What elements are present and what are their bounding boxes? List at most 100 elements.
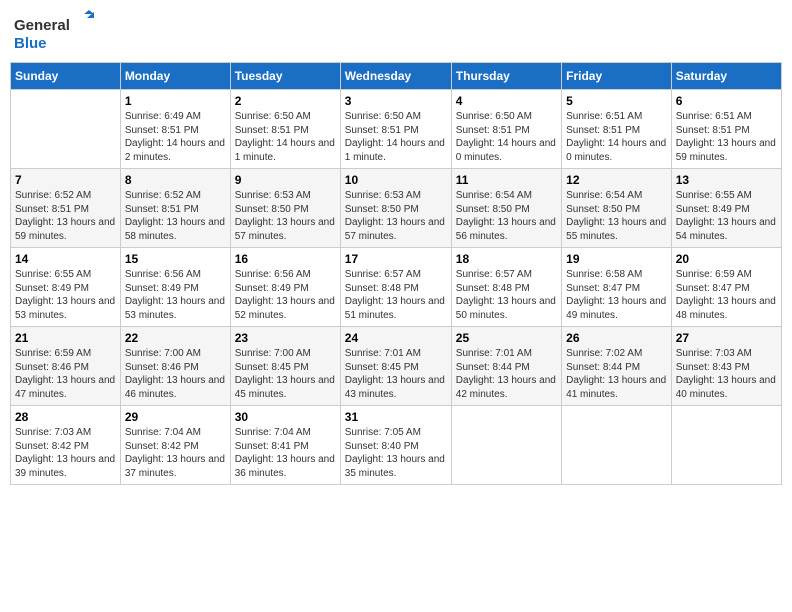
header-row: SundayMondayTuesdayWednesdayThursdayFrid… xyxy=(11,63,782,90)
calendar-cell: 10Sunrise: 6:53 AMSunset: 8:50 PMDayligh… xyxy=(340,169,451,248)
svg-text:General: General xyxy=(14,17,70,34)
cell-info: Sunrise: 6:58 AMSunset: 8:47 PMDaylight:… xyxy=(566,268,667,322)
cell-info: Sunrise: 7:05 AMSunset: 8:40 PMDaylight:… xyxy=(345,426,447,480)
calendar-cell: 29Sunrise: 7:04 AMSunset: 8:42 PMDayligh… xyxy=(120,406,230,485)
day-number: 6 xyxy=(676,94,777,108)
day-number: 5 xyxy=(566,94,667,108)
day-number: 14 xyxy=(15,252,116,266)
calendar-cell: 6 Sunrise: 6:51 AMSunset: 8:51 PMDaylight… xyxy=(671,90,781,169)
day-number: 24 xyxy=(345,331,447,345)
calendar-cell: 12 Sunrise: 6:54 AMSunset: 8:50 PMDayligh… xyxy=(562,169,672,248)
calendar-week-2: 7 Sunrise: 6:52 AMSunset: 8:51 PMDaylight… xyxy=(11,169,782,248)
day-number: 4 xyxy=(456,94,557,108)
day-number: 10 xyxy=(345,173,447,187)
cell-info: Sunrise: 7:04 AMSunset: 8:41 PMDaylight:… xyxy=(235,426,336,480)
calendar-cell: 30 Sunrise: 7:04 AMSunset: 8:41 PMDayligh… xyxy=(230,406,340,485)
calendar-cell: 5 Sunrise: 6:51 AMSunset: 8:51 PMDaylight… xyxy=(562,90,672,169)
column-header-saturday: Saturday xyxy=(671,63,781,90)
cell-info: Sunrise: 6:50 AMSunset: 8:51 PMDaylight:… xyxy=(235,110,336,164)
day-number: 7 xyxy=(15,173,116,187)
day-number: 2 xyxy=(235,94,336,108)
day-number: 19 xyxy=(566,252,667,266)
cell-info: Sunrise: 7:00 AMSunset: 8:46 PMDaylight:… xyxy=(125,347,226,401)
calendar-cell: 25Sunrise: 7:01 AMSunset: 8:44 PMDayligh… xyxy=(451,327,561,406)
calendar-cell: 24 Sunrise: 7:01 AMSunset: 8:45 PMDayligh… xyxy=(340,327,451,406)
day-number: 21 xyxy=(15,331,116,345)
calendar-cell: 18 Sunrise: 6:57 AMSunset: 8:48 PMDayligh… xyxy=(451,248,561,327)
cell-info: Sunrise: 6:55 AMSunset: 8:49 PMDaylight:… xyxy=(676,189,777,243)
calendar-cell: 1Sunrise: 6:49 AMSunset: 8:51 PMDaylight… xyxy=(120,90,230,169)
cell-info: Sunrise: 7:03 AMSunset: 8:42 PMDaylight:… xyxy=(15,426,116,480)
column-header-tuesday: Tuesday xyxy=(230,63,340,90)
cell-info: Sunrise: 7:01 AMSunset: 8:44 PMDaylight:… xyxy=(456,347,557,401)
calendar-cell: 3 Sunrise: 6:50 AMSunset: 8:51 PMDaylight… xyxy=(340,90,451,169)
day-number: 31 xyxy=(345,410,447,424)
column-header-friday: Friday xyxy=(562,63,672,90)
calendar-cell: 23 Sunrise: 7:00 AMSunset: 8:45 PMDayligh… xyxy=(230,327,340,406)
day-number: 26 xyxy=(566,331,667,345)
calendar-cell xyxy=(562,406,672,485)
calendar-cell: 11 Sunrise: 6:54 AMSunset: 8:50 PMDayligh… xyxy=(451,169,561,248)
logo-svg: General Blue xyxy=(14,10,94,54)
day-number: 20 xyxy=(676,252,777,266)
calendar-week-4: 21 Sunrise: 6:59 AMSunset: 8:46 PMDayligh… xyxy=(11,327,782,406)
cell-info: Sunrise: 6:54 AMSunset: 8:50 PMDaylight:… xyxy=(566,189,667,243)
cell-info: Sunrise: 6:52 AMSunset: 8:51 PMDaylight:… xyxy=(15,189,116,243)
calendar-cell: 9 Sunrise: 6:53 AMSunset: 8:50 PMDaylight… xyxy=(230,169,340,248)
calendar-cell: 28Sunrise: 7:03 AMSunset: 8:42 PMDayligh… xyxy=(11,406,121,485)
day-number: 16 xyxy=(235,252,336,266)
calendar-cell: 8Sunrise: 6:52 AMSunset: 8:51 PMDaylight… xyxy=(120,169,230,248)
cell-info: Sunrise: 6:56 AMSunset: 8:49 PMDaylight:… xyxy=(235,268,336,322)
calendar-cell: 31 Sunrise: 7:05 AMSunset: 8:40 PMDayligh… xyxy=(340,406,451,485)
calendar-cell: 21 Sunrise: 6:59 AMSunset: 8:46 PMDayligh… xyxy=(11,327,121,406)
column-header-monday: Monday xyxy=(120,63,230,90)
calendar-cell: 27Sunrise: 7:03 AMSunset: 8:43 PMDayligh… xyxy=(671,327,781,406)
calendar-week-3: 14Sunrise: 6:55 AMSunset: 8:49 PMDayligh… xyxy=(11,248,782,327)
cell-info: Sunrise: 6:50 AMSunset: 8:51 PMDaylight:… xyxy=(345,110,447,164)
calendar-table: SundayMondayTuesdayWednesdayThursdayFrid… xyxy=(10,62,782,485)
calendar-cell: 15 Sunrise: 6:56 AMSunset: 8:49 PMDayligh… xyxy=(120,248,230,327)
column-header-sunday: Sunday xyxy=(11,63,121,90)
calendar-cell xyxy=(671,406,781,485)
day-number: 15 xyxy=(125,252,226,266)
cell-info: Sunrise: 7:00 AMSunset: 8:45 PMDaylight:… xyxy=(235,347,336,401)
logo: General Blue xyxy=(14,10,94,54)
day-number: 23 xyxy=(235,331,336,345)
day-number: 29 xyxy=(125,410,226,424)
page-header: General Blue xyxy=(10,10,782,54)
cell-info: Sunrise: 7:02 AMSunset: 8:44 PMDaylight:… xyxy=(566,347,667,401)
calendar-cell xyxy=(451,406,561,485)
day-number: 3 xyxy=(345,94,447,108)
calendar-cell: 22 Sunrise: 7:00 AMSunset: 8:46 PMDayligh… xyxy=(120,327,230,406)
calendar-cell xyxy=(11,90,121,169)
cell-info: Sunrise: 6:51 AMSunset: 8:51 PMDaylight:… xyxy=(566,110,667,164)
calendar-cell: 19 Sunrise: 6:58 AMSunset: 8:47 PMDayligh… xyxy=(562,248,672,327)
calendar-cell: 17 Sunrise: 6:57 AMSunset: 8:48 PMDayligh… xyxy=(340,248,451,327)
cell-info: Sunrise: 6:59 AMSunset: 8:47 PMDaylight:… xyxy=(676,268,777,322)
cell-info: Sunrise: 6:54 AMSunset: 8:50 PMDaylight:… xyxy=(456,189,557,243)
svg-text:Blue: Blue xyxy=(14,35,47,52)
cell-info: Sunrise: 6:57 AMSunset: 8:48 PMDaylight:… xyxy=(456,268,557,322)
day-number: 30 xyxy=(235,410,336,424)
day-number: 1 xyxy=(125,94,226,108)
day-number: 12 xyxy=(566,173,667,187)
calendar-cell: 4Sunrise: 6:50 AMSunset: 8:51 PMDaylight… xyxy=(451,90,561,169)
cell-info: Sunrise: 6:57 AMSunset: 8:48 PMDaylight:… xyxy=(345,268,447,322)
cell-info: Sunrise: 7:01 AMSunset: 8:45 PMDaylight:… xyxy=(345,347,447,401)
calendar-cell: 14Sunrise: 6:55 AMSunset: 8:49 PMDayligh… xyxy=(11,248,121,327)
calendar-week-5: 28Sunrise: 7:03 AMSunset: 8:42 PMDayligh… xyxy=(11,406,782,485)
day-number: 18 xyxy=(456,252,557,266)
column-header-wednesday: Wednesday xyxy=(340,63,451,90)
cell-info: Sunrise: 6:56 AMSunset: 8:49 PMDaylight:… xyxy=(125,268,226,322)
cell-info: Sunrise: 6:52 AMSunset: 8:51 PMDaylight:… xyxy=(125,189,226,243)
day-number: 17 xyxy=(345,252,447,266)
cell-info: Sunrise: 6:59 AMSunset: 8:46 PMDaylight:… xyxy=(15,347,116,401)
cell-info: Sunrise: 6:53 AMSunset: 8:50 PMDaylight:… xyxy=(235,189,336,243)
calendar-cell: 20 Sunrise: 6:59 AMSunset: 8:47 PMDayligh… xyxy=(671,248,781,327)
day-number: 22 xyxy=(125,331,226,345)
cell-info: Sunrise: 6:51 AMSunset: 8:51 PMDaylight:… xyxy=(676,110,777,164)
day-number: 9 xyxy=(235,173,336,187)
day-number: 13 xyxy=(676,173,777,187)
day-number: 11 xyxy=(456,173,557,187)
calendar-week-1: 1Sunrise: 6:49 AMSunset: 8:51 PMDaylight… xyxy=(11,90,782,169)
